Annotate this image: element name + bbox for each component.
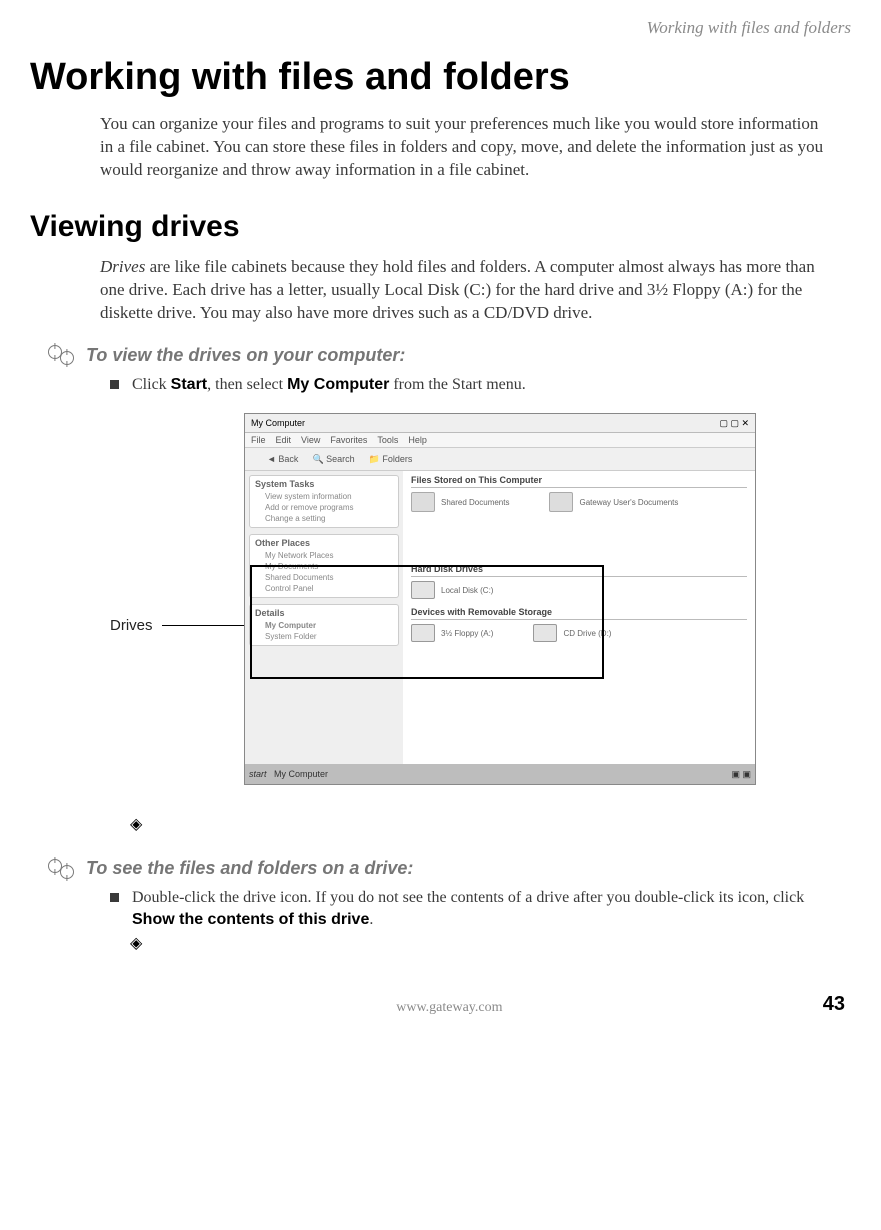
- start-label: Start: [171, 376, 207, 393]
- window-taskbar: start My Computer ▣ ▣: [245, 764, 755, 784]
- gears-icon: [48, 345, 76, 365]
- end-step-icon: [130, 817, 146, 833]
- task1-step: Click Start, then select My Computer fro…: [110, 374, 827, 396]
- folder-icon: [549, 492, 573, 512]
- window-body: System Tasks View system information Add…: [245, 471, 755, 769]
- window-menubar: FileEditViewFavoritesToolsHelp: [245, 433, 755, 448]
- window-title: My Computer: [251, 418, 305, 428]
- end-step-icon: [130, 936, 146, 952]
- task2-step: Double-click the drive icon. If you do n…: [110, 887, 827, 930]
- my-computer-label: My Computer: [287, 376, 389, 393]
- window-toolbar: ◄ Back 🔍 Search 📁 Folders: [245, 448, 755, 471]
- task-see-files-heading: To see the files and folders on a drive:: [86, 858, 413, 879]
- drives-paragraph-rest: are like file cabinets because they hold…: [100, 257, 815, 322]
- drives-paragraph: Drives are like file cabinets because th…: [100, 256, 827, 325]
- page-number: 43: [823, 993, 845, 1016]
- page-footer: www.gateway.com 43: [30, 993, 851, 1016]
- window-main: Files Stored on This Computer Shared Doc…: [403, 471, 755, 769]
- cd-drive-icon: [533, 624, 557, 642]
- drives-term: Drives: [100, 257, 145, 276]
- running-header: Working with files and folders: [30, 18, 851, 38]
- task-view-drives-heading: To view the drives on your computer:: [86, 345, 405, 366]
- window-sidebar: System Tasks View system information Add…: [245, 471, 403, 769]
- window-controls: ▢ ▢ ✕: [719, 418, 749, 429]
- show-contents-label: Show the contents of this drive: [132, 911, 369, 928]
- floppy-icon: [411, 624, 435, 642]
- my-computer-window: My Computer ▢ ▢ ✕ FileEditViewFavoritesT…: [244, 413, 756, 785]
- folder-icon: [411, 492, 435, 512]
- footer-url: www.gateway.com: [76, 1000, 823, 1016]
- callout-label: Drives: [110, 617, 153, 634]
- screenshot-figure: Drives My Computer ▢ ▢ ✕ FileEditViewFav…: [100, 413, 851, 803]
- hard-drive-icon: [411, 581, 435, 599]
- page-title: Working with files and folders: [30, 56, 851, 99]
- gears-icon: [48, 859, 76, 879]
- window-titlebar: My Computer ▢ ▢ ✕: [245, 414, 755, 433]
- callout-line: [162, 625, 244, 626]
- section-viewing-drives: Viewing drives: [30, 210, 851, 244]
- intro-paragraph: You can organize your files and programs…: [100, 113, 827, 182]
